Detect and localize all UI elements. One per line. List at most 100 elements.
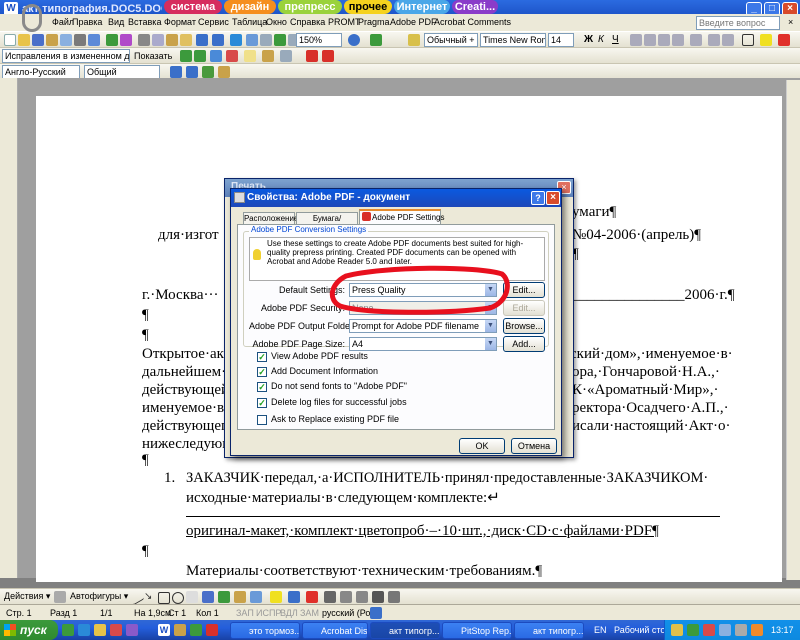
outside-border-icon[interactable] [742, 34, 754, 46]
dialog-close-button[interactable]: × [546, 191, 560, 205]
read-icon[interactable] [370, 34, 382, 46]
promt-dict-icon[interactable] [202, 66, 214, 78]
align-left-icon[interactable] [630, 34, 642, 46]
tray-icon[interactable] [751, 624, 763, 636]
status-trk[interactable]: ИСПР [256, 608, 281, 618]
tab-prepress[interactable]: препресс [278, 0, 342, 14]
fill-color-icon[interactable] [270, 591, 282, 603]
menu-file[interactable]: Файл [52, 17, 74, 27]
output-folder-select[interactable]: Prompt for Adobe PDF filename ▼ [349, 319, 497, 333]
task-button[interactable]: это тормоз... [230, 622, 300, 639]
quicklaunch-ie-icon[interactable] [78, 624, 90, 636]
research-icon[interactable] [120, 34, 132, 46]
spelling-icon[interactable] [106, 34, 118, 46]
translation-direction-select[interactable]: Англо-Русский [2, 65, 80, 79]
status-ext[interactable]: ВДЛ [280, 608, 298, 618]
bullets-icon[interactable] [722, 34, 734, 46]
oval-icon[interactable] [172, 592, 184, 604]
status-ovr[interactable]: ЗАМ [300, 608, 319, 618]
desktop-toolbar[interactable]: Рабочий стол [614, 625, 671, 635]
line-color-icon[interactable] [288, 591, 300, 603]
line-style-icon[interactable] [324, 591, 336, 603]
line-icon[interactable] [127, 588, 145, 606]
redo-icon[interactable] [212, 34, 224, 46]
justify-icon[interactable] [672, 34, 684, 46]
tab-adobe-pdf-settings[interactable]: Adobe PDF Settings [359, 209, 444, 225]
style-icon[interactable] [408, 34, 420, 46]
numbering-icon[interactable] [708, 34, 720, 46]
open-icon[interactable] [18, 34, 30, 46]
email-icon[interactable] [60, 34, 72, 46]
new-comment-icon[interactable] [244, 50, 256, 62]
translate-doc-icon[interactable] [186, 66, 198, 78]
pdf-email-icon[interactable] [322, 50, 334, 62]
tables-borders-icon[interactable] [246, 34, 258, 46]
task-button[interactable]: Acrobat Dis... [302, 622, 368, 639]
review-mode-select[interactable]: Исправления в измененном документе [2, 49, 130, 63]
quicklaunch-word-icon[interactable]: W [158, 624, 170, 636]
dash-style-icon[interactable] [340, 591, 352, 603]
highlight-icon[interactable] [760, 34, 772, 46]
delete-logs-checkbox[interactable]: ✓ Delete log files for successful jobs [257, 397, 407, 408]
office-assistant-icon[interactable] [22, 4, 42, 32]
menu-view[interactable]: Вид [108, 17, 124, 27]
autoshapes-menu[interactable]: Автофигуры ▾ [70, 591, 128, 602]
format-painter-icon[interactable] [180, 34, 192, 46]
tray-icon[interactable] [671, 624, 683, 636]
arrow-icon[interactable]: ↘ [144, 591, 156, 603]
start-button[interactable]: пуск [0, 620, 58, 640]
task-button[interactable]: PitStop Rep... [442, 622, 512, 639]
menu-edit[interactable]: Правка [72, 17, 102, 27]
promt-settings-icon[interactable] [218, 66, 230, 78]
line-spacing-icon[interactable] [690, 34, 702, 46]
task-button[interactable]: акт типогр... [370, 622, 440, 639]
menu-help[interactable]: Справка [290, 17, 325, 27]
cut-icon[interactable] [138, 34, 150, 46]
quicklaunch-app-icon[interactable] [174, 624, 186, 636]
quicklaunch-app-icon[interactable] [126, 624, 138, 636]
permission-icon[interactable] [46, 34, 58, 46]
menu-table[interactable]: Таблица [232, 17, 267, 27]
print-preview-icon[interactable] [88, 34, 100, 46]
spelling-status-icon[interactable] [370, 607, 382, 619]
bold-icon[interactable]: Ж [584, 34, 596, 46]
pdf-convert-icon[interactable] [306, 50, 318, 62]
quicklaunch-app-icon[interactable] [206, 624, 218, 636]
wordart-icon[interactable] [202, 591, 214, 603]
cancel-button[interactable]: Отмена [511, 438, 557, 454]
quicklaunch-explorer-icon[interactable] [62, 624, 74, 636]
italic-icon[interactable]: К [598, 34, 610, 46]
underline-icon[interactable]: Ч [612, 34, 624, 46]
font-select[interactable]: Times New Roman [480, 33, 546, 47]
picture-icon[interactable] [250, 591, 262, 603]
paste-icon[interactable] [166, 34, 178, 46]
vertical-scrollbar[interactable] [786, 80, 800, 580]
textbox-icon[interactable] [186, 591, 198, 603]
help-icon[interactable] [348, 34, 360, 46]
accept-change-icon[interactable] [210, 50, 222, 62]
text-color-icon[interactable] [306, 591, 318, 603]
translate-icon[interactable] [170, 66, 182, 78]
insert-table-icon[interactable] [260, 34, 272, 46]
dictionary-select[interactable]: Общий [84, 65, 160, 79]
reject-change-icon[interactable] [226, 50, 238, 62]
3d-icon[interactable] [388, 591, 400, 603]
browse-button[interactable]: Browse... [503, 318, 545, 334]
menu-format[interactable]: Формат [164, 17, 196, 27]
ok-button[interactable]: OK [459, 438, 505, 454]
actions-menu[interactable]: Действия ▾ [4, 591, 50, 602]
undo-icon[interactable] [196, 34, 208, 46]
menu-adobe-pdf[interactable]: Adobe PDF [390, 17, 437, 27]
align-right-icon[interactable] [658, 34, 670, 46]
page-size-select[interactable]: A4 ▼ [349, 337, 497, 351]
shadow-icon[interactable] [372, 591, 384, 603]
help-question-input[interactable]: Введите вопрос [696, 16, 780, 30]
language-indicator[interactable]: EN [594, 625, 607, 635]
rectangle-icon[interactable] [158, 592, 170, 604]
tab-dizayn[interactable]: дизайн [224, 0, 276, 14]
menu-window[interactable]: Окно [266, 17, 287, 27]
menu-tools[interactable]: Сервис [198, 17, 229, 27]
copy-icon[interactable] [152, 34, 164, 46]
tray-icon[interactable] [687, 624, 699, 636]
add-page-size-button[interactable]: Add... [503, 336, 545, 352]
